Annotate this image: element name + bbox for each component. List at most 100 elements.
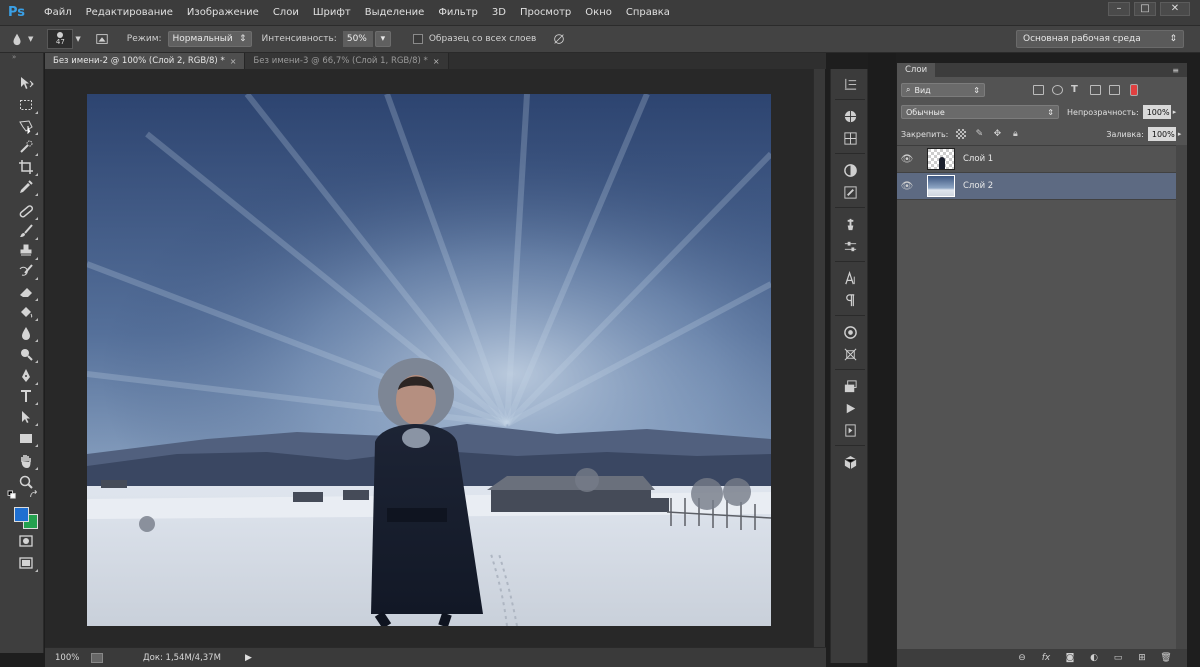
menu-help[interactable]: Справка [626, 7, 670, 18]
crop-tool[interactable] [15, 157, 38, 177]
menu-file[interactable]: Файл [44, 7, 72, 18]
type-tool[interactable] [15, 386, 38, 406]
new-layer-icon[interactable]: ⊞ [1135, 653, 1149, 663]
tab-document-3[interactable]: Без имени-3 @ 66,7% (Слой 1, RGB/8) * × [245, 53, 449, 69]
close-icon[interactable]: × [230, 57, 237, 66]
status-menu-arrow-icon[interactable]: ▶ [245, 653, 252, 663]
paragraph-panel-icon[interactable] [839, 291, 861, 309]
quick-mask-tool[interactable] [15, 531, 37, 551]
group-icon[interactable]: ▭ [1111, 653, 1125, 663]
dodge-tool[interactable] [15, 344, 38, 364]
timeline-panel-icon[interactable] [839, 421, 861, 439]
3d-panel-icon[interactable] [839, 323, 861, 341]
default-colors-icon[interactable] [6, 489, 18, 499]
shape-tool[interactable] [15, 428, 38, 448]
menu-window[interactable]: Окно [585, 7, 612, 18]
blend-mode-select[interactable]: Обычные ⇕ [901, 105, 1059, 119]
eyedropper-tool[interactable] [15, 177, 38, 197]
panel-menu-icon[interactable]: ≡ [1172, 66, 1179, 75]
filter-toggle[interactable] [1130, 84, 1138, 96]
quick-select-tool[interactable] [15, 137, 38, 157]
fx-icon[interactable]: fx [1039, 653, 1053, 663]
marquee-tool[interactable] [15, 95, 38, 115]
menu-type[interactable]: Шрифт [313, 7, 351, 18]
zoom-level[interactable]: 100% [45, 653, 85, 663]
close-button[interactable]: ✕ [1160, 2, 1190, 16]
brush-tool[interactable] [15, 221, 38, 241]
brush-caret-icon[interactable]: ▼ [75, 35, 80, 43]
lock-all-icon[interactable]: 🔒︎ [1010, 129, 1020, 139]
mode-select[interactable]: Нормальный ⇕ [167, 31, 252, 47]
fill-field[interactable]: 100% [1147, 127, 1176, 141]
history-panel-icon[interactable] [839, 74, 861, 92]
history-brush-tool[interactable] [15, 261, 38, 281]
mask-icon[interactable]: ◙ [1063, 653, 1077, 663]
filter-smart-object-icon[interactable] [1109, 85, 1120, 95]
brush-presets-panel-icon[interactable] [839, 215, 861, 233]
chevron-right-icon[interactable]: ▸ [1178, 130, 1182, 138]
lock-pixels-icon[interactable]: ✎ [974, 129, 984, 139]
blur-tool-preset-icon[interactable] [8, 30, 26, 48]
close-icon[interactable]: × [433, 57, 440, 66]
document-canvas-image[interactable] [87, 94, 771, 626]
transform-panel-icon[interactable] [839, 345, 861, 363]
swatches-panel-icon[interactable] [839, 129, 861, 147]
lasso-tool[interactable] [15, 116, 38, 136]
adjustments-panel-icon[interactable] [839, 161, 861, 179]
foreground-color-swatch[interactable] [14, 507, 29, 522]
intensity-field[interactable]: 50% [342, 31, 373, 47]
actions-panel-icon[interactable] [839, 399, 861, 417]
workspace-select[interactable]: Основная рабочая среда ⇕ [1016, 30, 1184, 48]
3d-cube-panel-icon[interactable] [839, 453, 861, 471]
minimize-button[interactable]: – [1108, 2, 1130, 16]
chevron-right-icon[interactable]: ▸ [1173, 108, 1177, 116]
layer-row-sloy-1[interactable]: 👁︎ Слой 1 [897, 146, 1176, 173]
eraser-tool[interactable] [15, 282, 38, 302]
menu-filter[interactable]: Фильтр [438, 7, 478, 18]
layers-scrollbar[interactable] [1176, 145, 1187, 649]
healing-brush-tool[interactable] [15, 201, 38, 221]
visibility-eye-icon[interactable]: 👁︎ [897, 154, 917, 165]
trash-icon[interactable]: 🗑︎ [1159, 653, 1173, 663]
screen-mode-tool[interactable] [15, 553, 38, 573]
color-panel-icon[interactable] [839, 107, 861, 125]
visibility-eye-icon[interactable]: 👁︎ [897, 181, 917, 192]
menu-edit[interactable]: Редактирование [86, 7, 173, 18]
menu-image[interactable]: Изображение [187, 7, 259, 18]
toolbar-grip[interactable]: » [0, 53, 43, 63]
menu-view[interactable]: Просмотр [520, 7, 571, 18]
path-selection-tool[interactable] [15, 407, 38, 427]
opacity-field[interactable]: 100% [1142, 105, 1171, 119]
lock-transparent-icon[interactable] [956, 129, 967, 139]
blur-tool[interactable] [15, 323, 38, 343]
character-panel-icon[interactable] [839, 269, 861, 287]
clone-stamp-tool[interactable] [15, 241, 38, 261]
filter-pixel-icon[interactable] [1033, 85, 1044, 95]
lock-position-icon[interactable]: ✥ [992, 129, 1002, 139]
tab-document-2[interactable]: Без имени-2 @ 100% (Слой 2, RGB/8) * × [45, 53, 246, 69]
hand-tool[interactable] [15, 451, 38, 471]
styles-panel-icon[interactable] [839, 183, 861, 201]
link-icon[interactable]: ⊖ [1015, 653, 1029, 663]
brush-size-picker[interactable]: 47 [47, 29, 74, 49]
filter-adjustment-icon[interactable] [1052, 85, 1063, 95]
tab-layers[interactable]: Слои [897, 63, 936, 77]
filter-type-icon[interactable]: T [1071, 85, 1082, 95]
pen-tool[interactable] [15, 366, 38, 386]
swap-colors-icon[interactable] [28, 489, 40, 499]
filter-kind-select[interactable]: ⌕ Вид ⇕ [901, 83, 985, 97]
layer-comps-panel-icon[interactable] [839, 377, 861, 395]
maximize-button[interactable]: □ [1134, 2, 1156, 16]
sample-all-checkbox[interactable] [412, 34, 423, 44]
brush-panel-icon[interactable] [839, 237, 861, 255]
filter-shape-icon[interactable] [1090, 85, 1101, 95]
layer-row-sloy-2[interactable]: 👁︎ Слой 2 [897, 173, 1176, 200]
move-tool[interactable] [15, 73, 37, 93]
adjustment-icon[interactable]: ◐ [1087, 653, 1101, 663]
canvas-vertical-scrollbar[interactable] [813, 69, 825, 647]
document-info-icon[interactable] [91, 652, 103, 663]
menu-layers[interactable]: Слои [273, 7, 299, 18]
pressure-icon[interactable] [550, 30, 568, 48]
menu-3d[interactable]: 3D [492, 7, 506, 18]
intensity-dropdown[interactable]: ▾ [374, 31, 391, 47]
